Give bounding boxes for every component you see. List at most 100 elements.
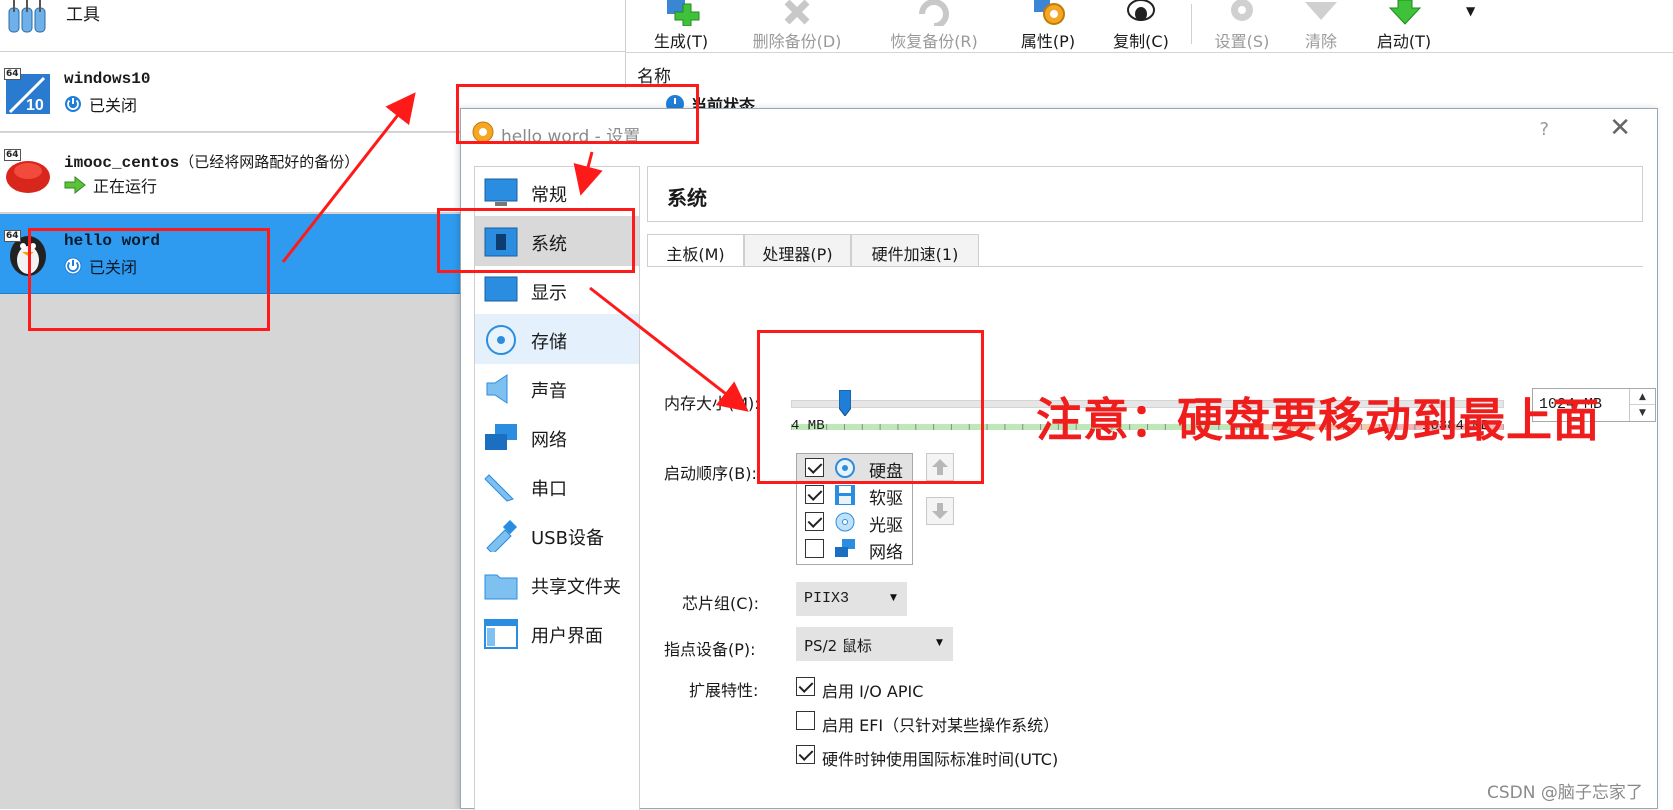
boot-order-label: 启动顺序(B): bbox=[664, 464, 757, 483]
checkbox[interactable] bbox=[796, 745, 815, 764]
general-monitor-icon bbox=[484, 178, 518, 206]
nav-item-usb[interactable]: USB设备 bbox=[475, 510, 639, 560]
arch-badge: 64 bbox=[4, 68, 21, 80]
tab-label: 主板(M) bbox=[666, 245, 725, 264]
network-icon bbox=[485, 424, 517, 450]
boot-checkbox[interactable] bbox=[805, 485, 824, 504]
floppy-icon bbox=[835, 485, 855, 505]
tab-label: 处理器(P) bbox=[762, 245, 833, 264]
clone-label: 复制(C) bbox=[1113, 32, 1169, 51]
annotation-box-title bbox=[456, 84, 699, 144]
audio-speaker-icon bbox=[486, 374, 508, 404]
vm-note: （已经将网路配好的备份） bbox=[179, 153, 360, 171]
nav-label: USB设备 bbox=[531, 528, 604, 549]
boot-checkbox[interactable] bbox=[805, 512, 824, 531]
boot-item-optical[interactable]: 光驱 bbox=[797, 508, 912, 536]
toolbar-separator bbox=[1191, 4, 1192, 44]
display-monitor-icon bbox=[484, 276, 518, 302]
help-button[interactable]: ? bbox=[1539, 119, 1549, 140]
annotation-note: 注意：硬盘要移动到最上面 bbox=[1036, 393, 1600, 447]
storage-disk-icon bbox=[486, 325, 516, 355]
vm-state-label: 已关闭 bbox=[89, 96, 138, 115]
boot-label: 光驱 bbox=[869, 516, 903, 536]
discard-button[interactable]: 清除 bbox=[1296, 0, 1346, 52]
start-arrow-icon bbox=[1388, 0, 1422, 25]
spin-up-icon[interactable]: ▲ bbox=[1630, 389, 1655, 405]
nav-item-user-interface[interactable]: 用户界面 bbox=[475, 608, 639, 658]
windows10-os-icon: 10 64 bbox=[4, 68, 52, 116]
checkbox-label: 硬件时钟使用国际标准时间(UTC) bbox=[822, 750, 1059, 769]
restore-backup-button[interactable]: 恢复备份(R) bbox=[878, 0, 990, 52]
boot-checkbox[interactable] bbox=[805, 539, 824, 558]
settings-button[interactable]: 设置(S) bbox=[1206, 0, 1278, 52]
nav-label: 串口 bbox=[531, 479, 567, 500]
tools-label: 工具 bbox=[66, 5, 100, 25]
extended-features-label: 扩展特性: bbox=[689, 681, 759, 700]
nav-item-network[interactable]: 网络 bbox=[475, 412, 639, 462]
tab-divider bbox=[647, 266, 1643, 267]
nav-item-audio[interactable]: 声音 bbox=[475, 363, 639, 413]
nav-label: 显示 bbox=[531, 283, 567, 304]
chipset-value: PIIX3 bbox=[804, 590, 850, 607]
tab-label: 硬件加速(1) bbox=[871, 245, 959, 264]
network-icon bbox=[835, 539, 855, 557]
delete-snapshot-icon bbox=[784, 0, 810, 25]
chipset-select[interactable]: PIIX3 ▼ bbox=[796, 582, 907, 616]
boot-item-network[interactable]: 网络 bbox=[797, 535, 912, 563]
vm-name: windows10 bbox=[64, 70, 151, 88]
vm-state: 已关闭 bbox=[64, 92, 137, 116]
start-dropdown-icon[interactable]: ▼ bbox=[1466, 4, 1475, 18]
user-interface-icon bbox=[484, 619, 518, 649]
move-down-button[interactable] bbox=[926, 497, 954, 525]
pointing-device-value: PS/2 鼠标 bbox=[804, 637, 872, 655]
nav-label: 常规 bbox=[531, 185, 567, 206]
properties-gear-icon bbox=[1034, 0, 1065, 25]
tools-item[interactable]: 工具 bbox=[0, 0, 625, 52]
create-label: 生成(T) bbox=[653, 32, 709, 51]
clone-button[interactable]: 复制(C) bbox=[1104, 0, 1178, 52]
annotation-box-system bbox=[437, 208, 635, 273]
checkbox-label: 启用 I/O APIC bbox=[822, 682, 924, 701]
boot-label: 网络 bbox=[869, 543, 903, 563]
usb-icon bbox=[486, 520, 518, 552]
close-icon[interactable]: ✕ bbox=[1609, 113, 1631, 143]
nav-item-storage[interactable]: 存储 bbox=[475, 314, 639, 364]
main-toolbar: 生成(T) 删除备份(D) 恢复备份(R) 属性(P) 复制(C) 设置(S) bbox=[625, 0, 1673, 52]
shared-folder-icon bbox=[484, 574, 518, 600]
checkbox[interactable] bbox=[796, 677, 815, 696]
spin-buttons: ▲ ▼ bbox=[1629, 389, 1655, 421]
spin-down-icon[interactable]: ▼ bbox=[1630, 405, 1655, 421]
chevron-down-icon: ▼ bbox=[936, 638, 943, 648]
tab-acceleration[interactable]: 硬件加速(1) bbox=[851, 234, 979, 266]
annotation-box-vm bbox=[28, 228, 270, 331]
pointing-device-select[interactable]: PS/2 鼠标 ▼ bbox=[796, 627, 953, 661]
arrow-down-icon bbox=[932, 503, 948, 519]
properties-button[interactable]: 属性(P) bbox=[1008, 0, 1088, 52]
vm-state: 正在运行 bbox=[64, 173, 157, 197]
boot-item-floppy[interactable]: 软驱 bbox=[797, 481, 912, 509]
arch-badge: 64 bbox=[4, 230, 21, 242]
chipset-label: 芯片组(C): bbox=[682, 594, 760, 613]
nav-item-serial[interactable]: 串口 bbox=[475, 461, 639, 511]
arch-badge: 64 bbox=[4, 149, 21, 161]
restore-backup-label: 恢复备份(R) bbox=[890, 32, 978, 51]
settings-content: 系统 主板(M) 处理器(P) 硬件加速(1) 内存大小(M): 4 MB 16… bbox=[647, 166, 1656, 810]
delete-backup-button[interactable]: 删除备份(D) bbox=[741, 0, 853, 52]
tab-motherboard[interactable]: 主板(M) bbox=[647, 234, 744, 267]
chevron-down-icon: ▼ bbox=[890, 593, 897, 603]
serial-port-icon bbox=[484, 474, 514, 502]
discard-label: 清除 bbox=[1304, 32, 1337, 51]
clone-sheep-icon bbox=[1127, 0, 1155, 21]
nav-label: 共享文件夹 bbox=[531, 577, 621, 598]
nav-label: 声音 bbox=[531, 381, 567, 402]
tools-icon bbox=[8, 0, 46, 33]
start-button[interactable]: 启动(T) bbox=[1368, 0, 1440, 52]
boot-label: 软驱 bbox=[869, 489, 903, 509]
checkbox[interactable] bbox=[796, 711, 815, 730]
annotation-box-boot-order bbox=[757, 330, 984, 484]
create-button[interactable]: 生成(T) bbox=[641, 0, 721, 52]
nav-label: 网络 bbox=[531, 430, 567, 451]
tab-processor[interactable]: 处理器(P) bbox=[744, 234, 851, 266]
pointing-device-label: 指点设备(P): bbox=[664, 640, 756, 659]
nav-item-shared-folders[interactable]: 共享文件夹 bbox=[475, 559, 639, 609]
